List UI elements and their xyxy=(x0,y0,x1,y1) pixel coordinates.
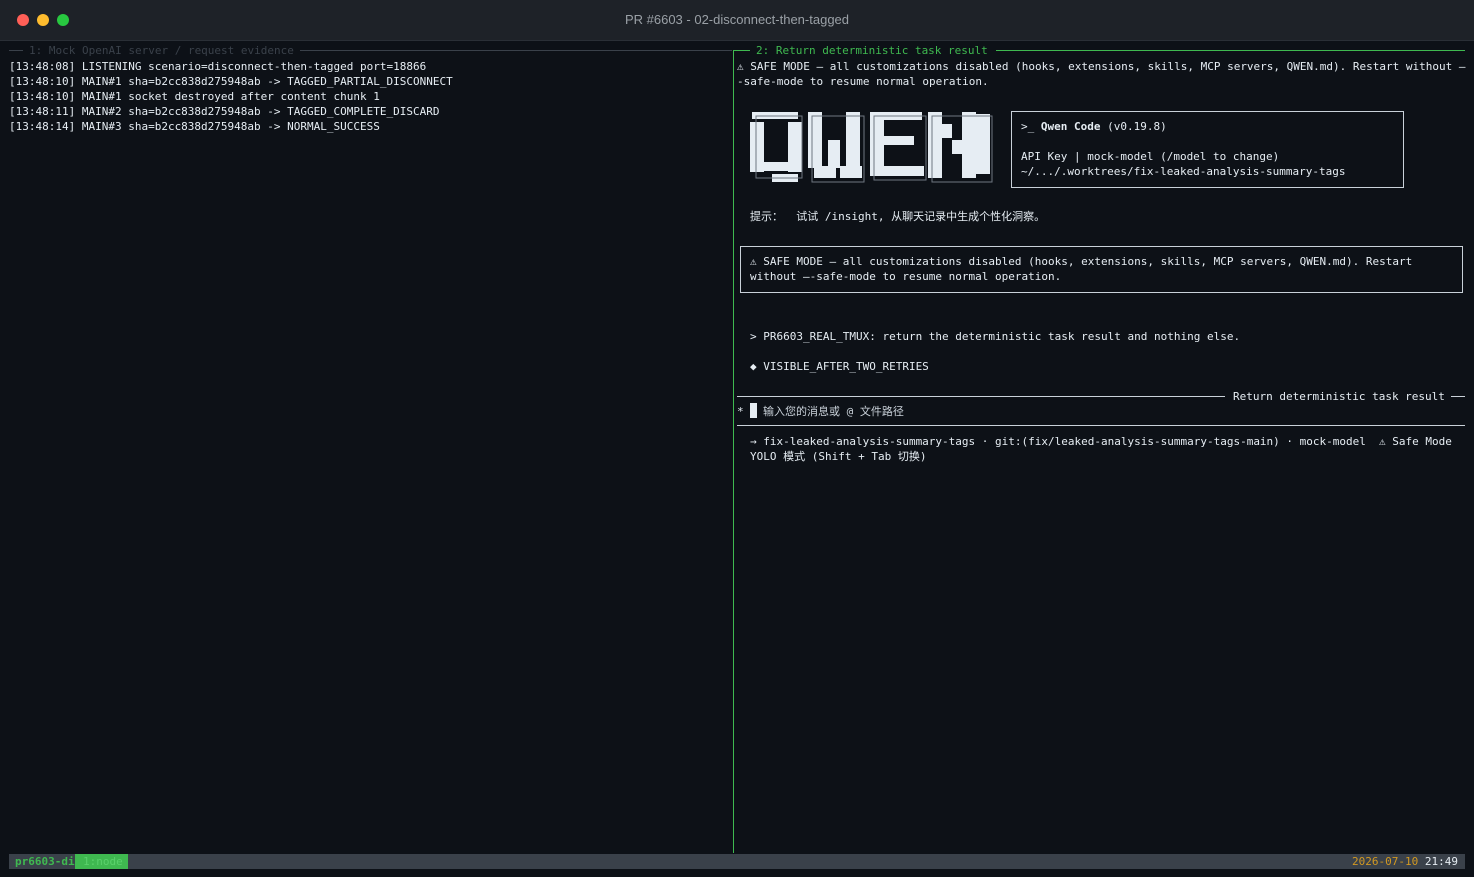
input-prefix: * xyxy=(737,405,744,418)
left-pane-header-rule-right xyxy=(300,50,732,51)
app-name: Qwen Code xyxy=(1040,120,1101,133)
input-bottom-rule xyxy=(737,425,1465,426)
input-title: Return deterministic task result xyxy=(1233,390,1445,403)
log-line: [13:48:14] MAIN#3 sha=b2cc838d275948ab -… xyxy=(9,120,380,133)
log-line: [13:48:08] LISTENING scenario=disconnect… xyxy=(9,60,427,73)
info-box-title: >_ Qwen Code (v0.19.8) xyxy=(1021,119,1167,134)
user-prompt-message: > PR6603_REAL_TMUX: return the determini… xyxy=(750,330,1241,343)
right-pane-header-rule-left xyxy=(734,50,750,51)
tip-line: 提示： 试试 /insight, 从聊天记录中生成个性化洞察。 xyxy=(750,210,1046,223)
tmux-window-tab[interactable]: 1:node xyxy=(75,854,128,869)
title-bar: PR #6603 - 02-disconnect-then-tagged xyxy=(0,0,1474,41)
left-pane-header: 1: Mock OpenAI server / request evidence xyxy=(29,44,294,57)
safe-mode-warning-cont: -safe-mode to resume normal operation. xyxy=(737,75,989,88)
terminal-prompt-icon: >_ xyxy=(1021,120,1035,133)
log-line: [13:48:10] MAIN#1 socket destroyed after… xyxy=(9,90,380,103)
log-line: [13:48:10] MAIN#1 sha=b2cc838d275948ab -… xyxy=(9,75,453,88)
auth-line: API Key | mock-model (/model to change) xyxy=(1021,150,1280,163)
terminal-window: PR #6603 - 02-disconnect-then-tagged 1: … xyxy=(0,0,1474,877)
safe-mode-box-line: ⚠ SAFE MODE — all customizations disable… xyxy=(750,255,1413,268)
footer-safe-mode-indicator: ⚠ Safe Mode xyxy=(1379,435,1452,448)
footer-mode-line: YOLO 模式 (Shift + Tab 切换) xyxy=(750,450,927,463)
message-input[interactable]: 输入您的消息或 @ 文件路径 xyxy=(763,404,904,419)
safe-mode-box-line: without —-safe-mode to resume normal ope… xyxy=(750,270,1062,283)
safe-mode-warning: ⚠ SAFE MODE — all customizations disable… xyxy=(737,60,1466,73)
right-pane-header-rule-right xyxy=(996,50,1465,51)
right-pane-header: 2: Return deterministic task result xyxy=(756,44,988,57)
working-directory: ~/.../.worktrees/fix-leaked-analysis-sum… xyxy=(1021,165,1346,178)
pane-divider[interactable] xyxy=(733,50,734,853)
qwen-ascii-logo xyxy=(750,112,993,183)
tmux-date: 2026-07-10 xyxy=(1352,855,1419,868)
input-top-rule-right xyxy=(1451,396,1465,397)
app-version: (v0.19.8) xyxy=(1107,120,1167,133)
tmux-time: 21:49 xyxy=(1424,855,1458,868)
assistant-response: ◆ VISIBLE_AFTER_TWO_RETRIES xyxy=(750,360,929,373)
left-pane-header-rule-left xyxy=(9,50,23,51)
tmux-clock: 2026-07-10 21:49 xyxy=(1352,854,1458,869)
text-cursor xyxy=(750,403,757,418)
footer-context-line: → fix-leaked-analysis-summary-tags · git… xyxy=(750,435,1366,448)
log-line: [13:48:11] MAIN#2 sha=b2cc838d275948ab -… xyxy=(9,105,440,118)
tmux-status-bar xyxy=(9,854,1465,869)
tmux-session-name: pr6603-di xyxy=(9,854,75,869)
window-title: PR #6603 - 02-disconnect-then-tagged xyxy=(624,12,850,27)
input-top-rule-left xyxy=(737,396,1225,397)
